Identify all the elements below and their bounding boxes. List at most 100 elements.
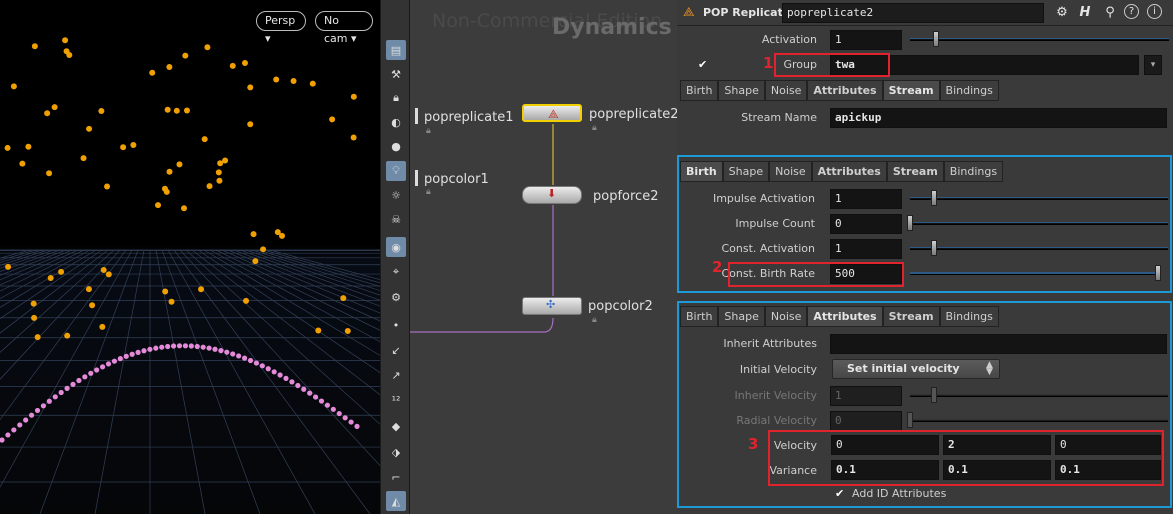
tab-noise[interactable]: Noise (764, 80, 808, 101)
search-icon[interactable]: ⚲ (1101, 4, 1119, 22)
popforce2-node[interactable]: ⬇ (522, 186, 582, 204)
popcolor2-node[interactable]: ✣ (522, 297, 582, 315)
arc-point (40, 403, 47, 409)
arc-point (82, 374, 88, 380)
background-icon[interactable]: ◉ (386, 237, 406, 257)
prim-numbers-icon[interactable]: ⬗ (386, 442, 406, 462)
point-numbers-icon[interactable]: ¹² (386, 390, 406, 410)
tab-birth[interactable]: Birth (680, 306, 719, 327)
tab-attributes[interactable]: Attributes (807, 80, 883, 101)
particle-point (162, 288, 169, 295)
vector-display-icon[interactable]: ↗ (386, 365, 406, 385)
activation-label: Activation (761, 33, 817, 46)
perspective-menu-button[interactable]: Persp ▾ (256, 11, 306, 45)
impulse-activation-field[interactable]: 1 (830, 189, 902, 209)
activation-slider[interactable] (910, 38, 1169, 41)
guide-icon[interactable]: ◭ (386, 491, 406, 511)
group-toggle-checkbox[interactable]: ✔ (698, 59, 710, 71)
help-h-icon[interactable]: H (1076, 4, 1094, 22)
tab-bindings[interactable]: Bindings (939, 80, 999, 101)
color-icon: ✣ (546, 298, 556, 311)
particle-point (62, 37, 69, 44)
visibility-icon[interactable]: ◐ (386, 112, 406, 132)
particle-point (31, 43, 38, 50)
arc-point (230, 351, 236, 357)
info-icon[interactable]: i (1147, 4, 1162, 19)
node-popreplicate2-label: popreplicate2 (589, 107, 677, 122)
const-activation-handle[interactable] (931, 240, 937, 256)
arc-point (0, 437, 5, 443)
tab-noise[interactable]: Noise (769, 161, 812, 182)
tab-bindings[interactable]: Bindings (939, 306, 999, 327)
wire-icon[interactable]: ⌖ (386, 262, 406, 282)
tab-birth[interactable]: Birth (680, 80, 719, 101)
tabs-top: Birth Shape Noise Attributes Stream Bind… (680, 80, 999, 101)
node-name-field[interactable]: popreplicate2 (782, 3, 1044, 23)
grid-line (0, 249, 31, 259)
viewport-canvas[interactable] (0, 0, 380, 514)
point-display-icon[interactable]: • (386, 315, 406, 335)
impulse-activation-handle[interactable] (931, 190, 937, 206)
arc-point (165, 343, 171, 350)
const-birth-rate-slider[interactable] (910, 272, 1158, 275)
const-activation-field[interactable]: 1 (830, 239, 902, 259)
impulse-count-slider[interactable] (910, 222, 1168, 225)
prim-display-icon[interactable]: ◆ (386, 416, 406, 436)
arc-point (76, 377, 82, 384)
grid-line (0, 249, 73, 281)
const-activation-slider[interactable] (910, 247, 1168, 250)
tab-birth[interactable]: Birth (680, 161, 723, 182)
initial-velocity-label: Initial Velocity (739, 363, 817, 376)
impulse-count-handle[interactable] (907, 215, 913, 231)
particle-point (34, 334, 41, 341)
network-editor[interactable]: Non-Commercial Edition Dynamics poprepli… (410, 0, 677, 514)
add-id-checkbox[interactable]: ✔ (835, 488, 847, 500)
tab-stream[interactable]: Stream (882, 80, 940, 101)
group-menu-button[interactable]: ▾ (1144, 55, 1162, 75)
particle-point (168, 298, 175, 305)
popreplicate2-node[interactable]: ⟁ (522, 104, 582, 122)
lighting-icon[interactable]: 💡︎ (386, 161, 406, 181)
uv-display-icon[interactable]: ⌐ (386, 467, 406, 487)
particle-point (252, 258, 259, 265)
node-popreplicate1[interactable]: popreplicate1 (424, 110, 513, 125)
activation-slider-handle[interactable] (933, 31, 939, 47)
particle-point (274, 229, 281, 236)
scene-viewport[interactable]: Persp ▾ No cam ▾ (0, 0, 380, 514)
impulse-count-field[interactable]: 0 (830, 214, 902, 234)
node-popcolor1[interactable]: popcolor1 (424, 172, 489, 187)
const-birth-rate-handle[interactable] (1155, 265, 1161, 281)
gear-icon[interactable]: ⚙ (1053, 4, 1071, 22)
camera-menu-button[interactable]: No cam ▾ (315, 11, 373, 45)
lock-camera-icon[interactable]: 🔒︎ (386, 88, 406, 108)
shading-icon[interactable]: ● (386, 136, 406, 156)
activation-field[interactable]: 1 (830, 30, 902, 50)
template-icon[interactable]: ⚙ (386, 287, 406, 307)
tab-attributes[interactable]: Attributes (807, 306, 883, 327)
stream-name-field[interactable]: apickup (830, 108, 1167, 128)
help-icon[interactable]: ? (1124, 4, 1139, 19)
initial-velocity-dropdown[interactable]: Set initial velocity (832, 359, 1000, 379)
tab-stream[interactable]: Stream (882, 306, 940, 327)
impulse-activation-slider[interactable] (910, 197, 1168, 200)
particle-point (86, 125, 93, 132)
display-options-icon[interactable]: ▤ (386, 40, 406, 60)
tab-attributes[interactable]: Attributes (811, 161, 887, 182)
tab-shape[interactable]: Shape (718, 80, 765, 101)
headlight-icon[interactable]: ☼ (386, 185, 406, 205)
tab-shape[interactable]: Shape (722, 161, 770, 182)
tab-bindings[interactable]: Bindings (943, 161, 1004, 182)
force-icon: ⬇ (547, 187, 557, 200)
tab-shape[interactable]: Shape (718, 306, 765, 327)
inherit-attributes-field[interactable] (830, 334, 1167, 354)
arc-point (289, 379, 295, 385)
particle-point (166, 168, 173, 175)
arc-point (307, 390, 313, 396)
particle-point (182, 52, 189, 59)
ghost-icon[interactable]: ☠ (386, 209, 406, 229)
tab-noise[interactable]: Noise (764, 306, 808, 327)
normal-display-icon[interactable]: ↙ (386, 340, 406, 360)
tab-stream[interactable]: Stream (886, 161, 944, 182)
viewport-toolbar: ▤ ⚒ 🔒︎ ◐ ● 💡︎ ☼ ☠ ◉ ⌖ ⚙ • ↙ ↗ ¹² ◆ ⬗ ⌐ ◭ (380, 0, 410, 514)
snap-icon[interactable]: ⚒ (386, 64, 406, 84)
